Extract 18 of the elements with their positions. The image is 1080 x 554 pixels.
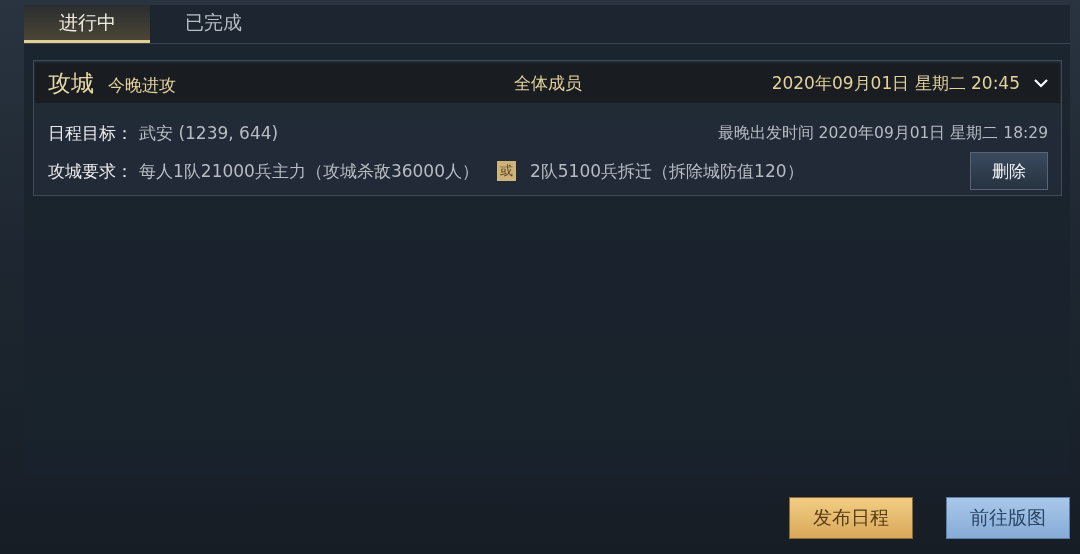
schedule-datetime: 2020年09月01日 星期二 20:45: [771, 71, 1020, 95]
tab[interactable]: 进行中: [24, 5, 150, 43]
requirement-option: 每人1队21000兵主力（攻城杀敌36000人）: [139, 159, 479, 183]
schedule-header[interactable]: 攻城 今晚进攻 全体成员 2020年09月01日 星期二 20:45: [35, 63, 1060, 103]
target-label: 日程目标：: [48, 121, 133, 145]
delete-button[interactable]: 删除: [970, 152, 1048, 190]
deadline-text: 最晚出发时间 2020年09月01日 星期二 18:29: [717, 122, 1048, 144]
chevron-icon[interactable]: [1034, 78, 1048, 88]
schedule-subtitle: 今晚进攻: [108, 73, 176, 97]
target-value: 武安 (1239, 644): [139, 121, 279, 145]
or-badge: 或: [497, 161, 516, 181]
action-button[interactable]: 前往版图: [946, 497, 1070, 539]
requirement-label: 攻城要求：: [48, 159, 133, 183]
action-button[interactable]: 发布日程: [789, 497, 913, 539]
audience-label: 全体成员: [514, 71, 582, 95]
tab[interactable]: 已完成: [150, 5, 276, 43]
requirement-option: 2队5100兵拆迁（拆除城防值120）: [530, 159, 804, 183]
schedule-title: 攻城: [48, 68, 94, 98]
